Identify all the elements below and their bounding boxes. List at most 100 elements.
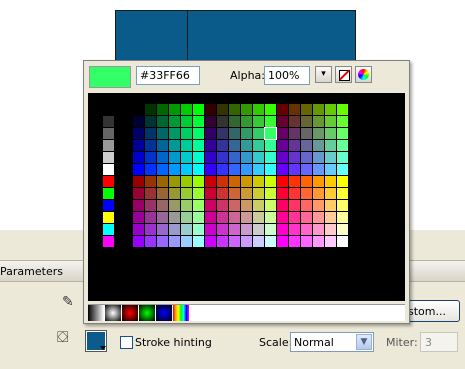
color-swatch[interactable] xyxy=(181,164,192,175)
color-swatch[interactable] xyxy=(253,212,264,223)
color-swatch[interactable] xyxy=(217,116,228,127)
color-swatch[interactable] xyxy=(181,104,192,115)
no-color-icon[interactable] xyxy=(335,66,352,83)
color-swatch[interactable] xyxy=(241,104,252,115)
color-swatch[interactable] xyxy=(229,116,240,127)
color-swatch[interactable] xyxy=(133,188,144,199)
color-swatch[interactable] xyxy=(337,176,348,187)
color-swatch[interactable] xyxy=(325,176,336,187)
color-swatch[interactable] xyxy=(205,164,216,175)
color-swatch[interactable] xyxy=(145,152,156,163)
color-swatch[interactable] xyxy=(265,200,276,211)
color-swatch[interactable] xyxy=(205,140,216,151)
color-swatch[interactable] xyxy=(217,200,228,211)
stroke-hinting-checkbox[interactable] xyxy=(120,336,133,349)
color-swatch[interactable] xyxy=(277,140,288,151)
color-swatch[interactable] xyxy=(103,188,114,199)
color-swatch[interactable] xyxy=(229,188,240,199)
color-swatch[interactable] xyxy=(241,128,252,139)
color-swatch[interactable] xyxy=(289,188,300,199)
color-swatch[interactable] xyxy=(337,152,348,163)
color-swatch[interactable] xyxy=(205,128,216,139)
color-swatch[interactable] xyxy=(313,104,324,115)
color-swatch[interactable] xyxy=(145,212,156,223)
color-swatch[interactable] xyxy=(265,164,276,175)
color-swatch[interactable] xyxy=(181,224,192,235)
color-swatch[interactable] xyxy=(145,164,156,175)
color-swatch[interactable] xyxy=(277,152,288,163)
color-swatch[interactable] xyxy=(301,200,312,211)
color-swatch[interactable] xyxy=(205,188,216,199)
color-swatch[interactable] xyxy=(229,236,240,247)
color-swatch[interactable] xyxy=(265,140,276,151)
color-swatch[interactable] xyxy=(277,104,288,115)
color-swatch[interactable] xyxy=(169,152,180,163)
color-swatch[interactable] xyxy=(265,176,276,187)
color-swatch[interactable] xyxy=(325,140,336,151)
color-swatch[interactable] xyxy=(229,104,240,115)
color-swatch[interactable] xyxy=(313,140,324,151)
color-swatch[interactable] xyxy=(157,140,168,151)
color-swatch[interactable] xyxy=(301,212,312,223)
color-swatch[interactable] xyxy=(313,164,324,175)
color-swatch[interactable] xyxy=(133,212,144,223)
color-swatch[interactable] xyxy=(133,224,144,235)
color-swatch[interactable] xyxy=(145,224,156,235)
color-swatch[interactable] xyxy=(217,128,228,139)
color-swatch[interactable] xyxy=(277,116,288,127)
color-swatch[interactable] xyxy=(103,128,114,139)
color-swatch[interactable] xyxy=(289,128,300,139)
color-swatch[interactable] xyxy=(337,140,348,151)
color-swatch[interactable] xyxy=(289,224,300,235)
color-swatch[interactable] xyxy=(337,116,348,127)
color-swatch[interactable] xyxy=(205,116,216,127)
color-swatch[interactable] xyxy=(277,236,288,247)
color-swatch[interactable] xyxy=(301,176,312,187)
color-swatch[interactable] xyxy=(277,200,288,211)
color-swatch[interactable] xyxy=(241,176,252,187)
color-swatch[interactable] xyxy=(205,236,216,247)
color-swatch[interactable] xyxy=(253,200,264,211)
color-swatch[interactable] xyxy=(169,188,180,199)
color-swatch[interactable] xyxy=(169,236,180,247)
color-swatch[interactable] xyxy=(217,164,228,175)
gradient-swatch[interactable] xyxy=(122,305,138,321)
color-swatch[interactable] xyxy=(241,164,252,175)
color-swatch[interactable] xyxy=(103,224,114,235)
color-swatch[interactable] xyxy=(229,164,240,175)
color-swatch[interactable] xyxy=(277,212,288,223)
color-swatch[interactable] xyxy=(241,152,252,163)
color-swatch[interactable] xyxy=(265,224,276,235)
color-swatch[interactable] xyxy=(133,104,144,115)
color-swatch[interactable] xyxy=(277,176,288,187)
color-swatch[interactable] xyxy=(241,116,252,127)
color-swatch[interactable] xyxy=(217,140,228,151)
tab-parameters[interactable]: Parameters xyxy=(0,265,63,278)
color-swatch[interactable] xyxy=(313,128,324,139)
color-swatch[interactable] xyxy=(193,224,204,235)
color-swatch[interactable] xyxy=(133,176,144,187)
color-swatch[interactable] xyxy=(301,224,312,235)
color-swatch[interactable] xyxy=(205,176,216,187)
color-swatch[interactable] xyxy=(313,176,324,187)
color-swatch[interactable] xyxy=(229,176,240,187)
color-swatch[interactable] xyxy=(301,128,312,139)
color-swatch[interactable] xyxy=(265,116,276,127)
color-swatch[interactable] xyxy=(103,200,114,211)
color-swatch[interactable] xyxy=(325,116,336,127)
color-swatch[interactable] xyxy=(241,140,252,151)
color-swatch[interactable] xyxy=(181,140,192,151)
color-swatch[interactable] xyxy=(229,212,240,223)
color-swatch[interactable] xyxy=(229,224,240,235)
color-swatch[interactable] xyxy=(169,200,180,211)
color-swatch[interactable] xyxy=(145,140,156,151)
color-swatch[interactable] xyxy=(313,200,324,211)
color-swatch[interactable] xyxy=(337,224,348,235)
color-swatch[interactable] xyxy=(289,164,300,175)
color-swatch[interactable] xyxy=(241,236,252,247)
alpha-dropdown-button[interactable]: ▾ xyxy=(315,66,332,83)
color-swatch[interactable] xyxy=(181,200,192,211)
chevron-down-icon[interactable]: ▼ xyxy=(356,334,372,350)
color-swatch[interactable] xyxy=(241,188,252,199)
color-swatch[interactable] xyxy=(217,104,228,115)
